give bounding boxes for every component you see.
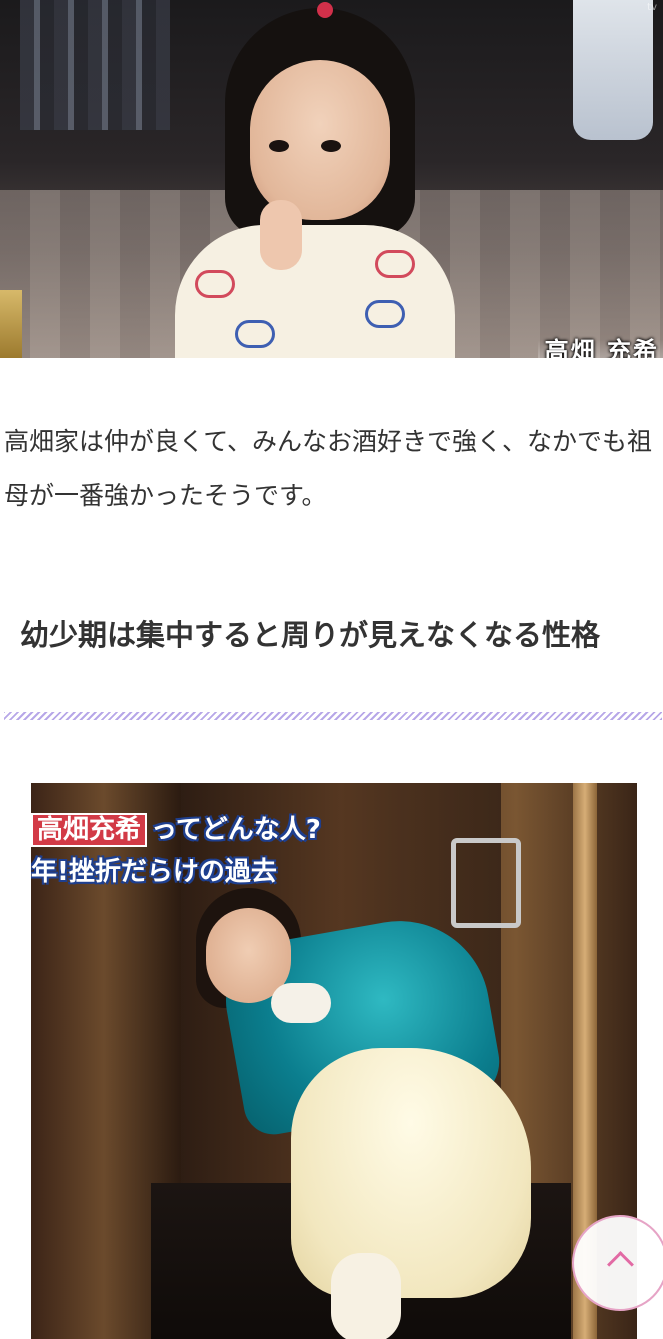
tv-name-box: 高畑充希 bbox=[31, 813, 148, 847]
childhood-photo-1: 高畑 充希 tv bbox=[0, 0, 663, 358]
tv-caption-line1: 高畑充希 ってどんな人? bbox=[31, 809, 321, 847]
tv-logo: tv bbox=[647, 2, 657, 13]
chevron-up-icon bbox=[607, 1251, 634, 1278]
section-heading: 幼少期は集中すると周りが見えなくなる性格 bbox=[20, 618, 601, 652]
photo-shelf bbox=[20, 0, 170, 130]
childhood-photo-2: 高畑充希 ってどんな人? 年!挫折だらけの過去 bbox=[31, 783, 637, 1339]
article-page: 高畑 充希 tv 高畑家は仲が良くて、みんなお酒好きで強く、なかでも祖母が一番強… bbox=[0, 0, 663, 1339]
article-paragraph: 高畑家は仲が良くて、みんなお酒好きで強く、なかでも祖母が一番強かったそうです。 bbox=[4, 427, 653, 510]
tv-caption-line2: 年!挫折だらけの過去 bbox=[31, 857, 277, 887]
photo-overlay-text: 高畑 充希 bbox=[544, 337, 659, 358]
photo-child bbox=[165, 0, 465, 358]
heading-divider bbox=[4, 712, 662, 720]
scroll-to-top-button[interactable] bbox=[572, 1215, 663, 1311]
photo-can bbox=[573, 0, 653, 140]
photo-door-handle bbox=[451, 838, 521, 928]
photo-edge bbox=[0, 290, 22, 358]
tv-caption-rest: ってどんな人? bbox=[151, 815, 321, 845]
